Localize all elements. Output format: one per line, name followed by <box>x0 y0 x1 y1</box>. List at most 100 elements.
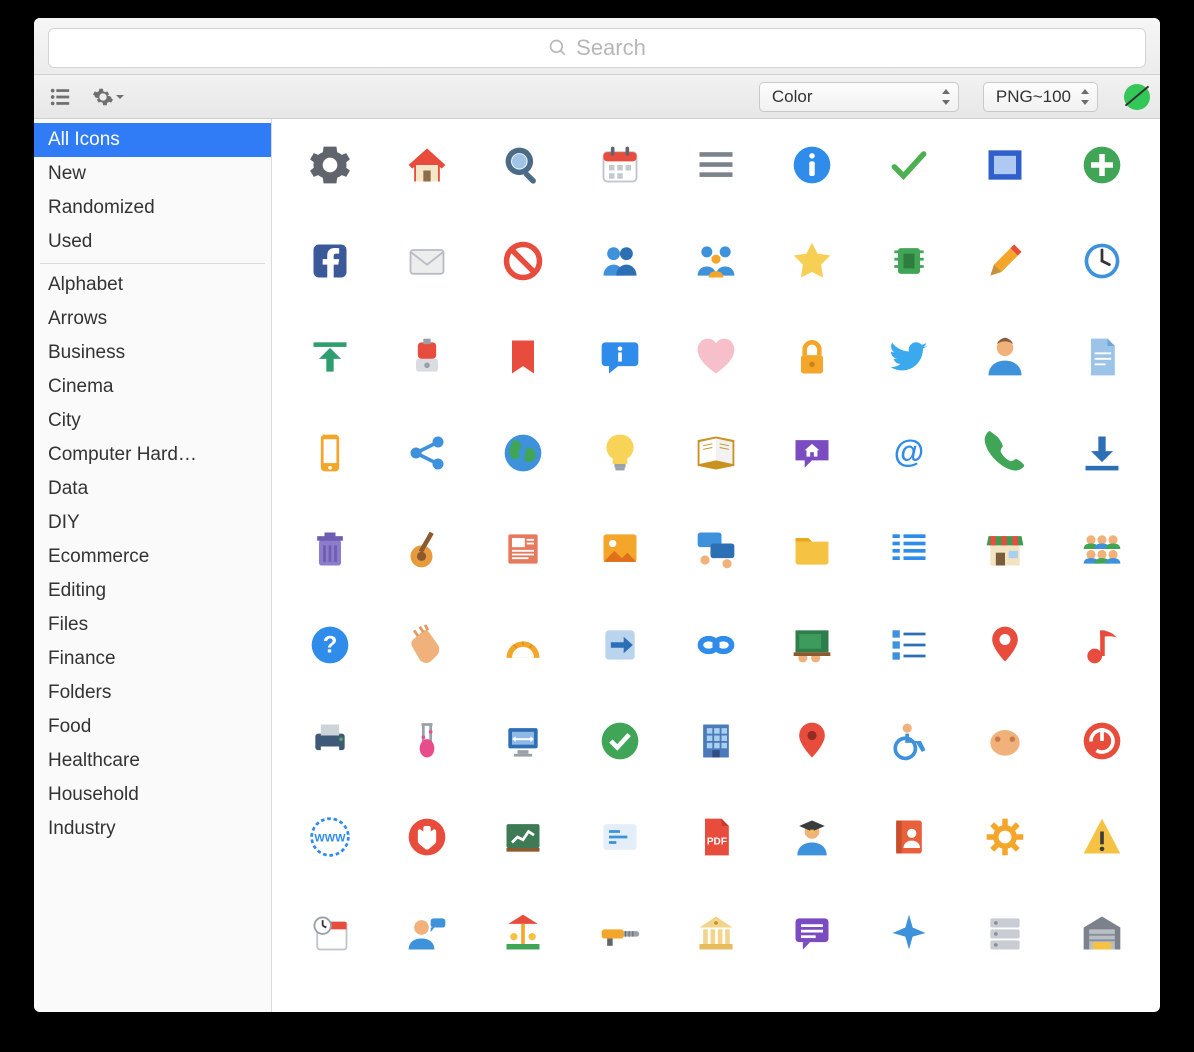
icon-book[interactable] <box>672 425 760 481</box>
icon-music[interactable] <box>1058 617 1146 673</box>
icon-at-sign[interactable]: @ <box>865 425 953 481</box>
icon-www[interactable]: WWW <box>286 809 374 865</box>
icon-user-chat[interactable] <box>383 905 471 961</box>
search-input[interactable]: Search <box>48 28 1146 68</box>
icon-user[interactable] <box>961 329 1049 385</box>
icon-menu[interactable] <box>672 137 760 193</box>
sidebar-item-randomized[interactable]: Randomized <box>34 191 271 225</box>
icon-server[interactable] <box>961 905 1049 961</box>
icon-picture[interactable] <box>576 521 664 577</box>
icon-airplane[interactable] <box>865 905 953 961</box>
icon-upload[interactable] <box>286 329 374 385</box>
icon-family[interactable] <box>672 233 760 289</box>
icon-money[interactable] <box>961 1001 1049 1012</box>
icon-wheelchair[interactable] <box>865 713 953 769</box>
icon-mail[interactable] <box>383 233 471 289</box>
icon-calendar[interactable] <box>576 137 664 193</box>
icon-search[interactable] <box>479 137 567 193</box>
icon-trash[interactable] <box>286 521 374 577</box>
sidebar-item-new[interactable]: New <box>34 157 271 191</box>
sidebar-item-business[interactable]: Business <box>34 336 271 370</box>
icon-facebook[interactable] <box>286 233 374 289</box>
icon-carousel[interactable] <box>479 905 567 961</box>
icon-printer[interactable] <box>286 713 374 769</box>
icon-government[interactable] <box>672 905 760 961</box>
sidebar-item-computer-hard-[interactable]: Computer Hard… <box>34 438 271 472</box>
sidebar-item-industry[interactable]: Industry <box>34 812 271 846</box>
icon-sofa[interactable] <box>1058 1001 1146 1012</box>
sidebar-item-cinema[interactable]: Cinema <box>34 370 271 404</box>
icon-checkmark[interactable] <box>865 137 953 193</box>
icon-monitor-swap[interactable] <box>479 713 567 769</box>
icon-star[interactable] <box>768 233 856 289</box>
sidebar-item-used[interactable]: Used <box>34 225 271 259</box>
icon-lock[interactable] <box>768 329 856 385</box>
icon-comment[interactable] <box>768 905 856 961</box>
icon-gear-wheel[interactable] <box>961 809 1049 865</box>
icon-twitter[interactable] <box>865 329 953 385</box>
icon-download[interactable] <box>1058 425 1146 481</box>
icon-student[interactable] <box>768 809 856 865</box>
icon-shop[interactable] <box>961 521 1049 577</box>
icon-phone[interactable] <box>961 425 1049 481</box>
icon-globe[interactable] <box>479 425 567 481</box>
icon-protractor[interactable] <box>479 617 567 673</box>
sidebar-item-diy[interactable]: DIY <box>34 506 271 540</box>
icon-clock[interactable] <box>1058 233 1146 289</box>
icon-help[interactable]: ? <box>286 617 374 673</box>
sidebar-item-finance[interactable]: Finance <box>34 642 271 676</box>
icon-body[interactable] <box>961 713 1049 769</box>
icon-contacts[interactable] <box>865 809 953 865</box>
icon-power[interactable] <box>1058 713 1146 769</box>
icon-map-marker[interactable] <box>768 713 856 769</box>
format-dropdown[interactable]: PNG~100 <box>983 82 1098 112</box>
icon-classroom[interactable] <box>768 617 856 673</box>
status-indicator[interactable] <box>1124 84 1150 110</box>
icon-chat-info[interactable] <box>576 329 664 385</box>
icon-garage[interactable] <box>1058 905 1146 961</box>
icon-building[interactable] <box>672 713 760 769</box>
icon-smartphone[interactable] <box>286 425 374 481</box>
sidebar-item-arrows[interactable]: Arrows <box>34 302 271 336</box>
icon-caliper[interactable] <box>576 1001 664 1012</box>
list-view-button[interactable] <box>44 81 76 113</box>
icon-warning[interactable] <box>1058 809 1146 865</box>
icon-document[interactable] <box>1058 329 1146 385</box>
sidebar-item-all-icons[interactable]: All Icons <box>34 123 271 157</box>
icon-schedule[interactable] <box>286 905 374 961</box>
sidebar-item-files[interactable]: Files <box>34 608 271 642</box>
icon-add[interactable] <box>1058 137 1146 193</box>
icon-info[interactable] <box>768 137 856 193</box>
icon-chalkboard-chart[interactable] <box>479 809 567 865</box>
icon-heart[interactable] <box>672 329 760 385</box>
sidebar-item-folders[interactable]: Folders <box>34 676 271 710</box>
sidebar-item-editing[interactable]: Editing <box>34 574 271 608</box>
icon-gears[interactable] <box>383 1001 471 1012</box>
sidebar-item-household[interactable]: Household <box>34 778 271 812</box>
sidebar-item-city[interactable]: City <box>34 404 271 438</box>
icon-pdf[interactable]: PDF <box>672 809 760 865</box>
icon-chainsaw[interactable] <box>576 905 664 961</box>
icon-location-pin[interactable] <box>961 617 1049 673</box>
icon-up-arrow[interactable] <box>672 1001 760 1012</box>
icon-news[interactable] <box>479 521 567 577</box>
icon-frame[interactable] <box>961 137 1049 193</box>
sidebar-item-data[interactable]: Data <box>34 472 271 506</box>
sidebar-item-alphabet[interactable]: Alphabet <box>34 268 271 302</box>
icon-link[interactable] <box>672 617 760 673</box>
icon-settings[interactable] <box>286 137 374 193</box>
icon-group[interactable] <box>1058 521 1146 577</box>
icon-discussion[interactable] <box>672 521 760 577</box>
icon-friends[interactable] <box>576 233 664 289</box>
icon-folder[interactable] <box>768 521 856 577</box>
style-dropdown[interactable]: Color <box>759 82 959 112</box>
icon-list[interactable] <box>865 521 953 577</box>
icon-camera[interactable] <box>286 1001 374 1012</box>
icon-wrench[interactable] <box>865 1001 953 1012</box>
sidebar-item-ecommerce[interactable]: Ecommerce <box>34 540 271 574</box>
sidebar-item-healthcare[interactable]: Healthcare <box>34 744 271 778</box>
icon-chip[interactable] <box>865 233 953 289</box>
icon-place[interactable] <box>768 1001 856 1012</box>
icon-test-tube[interactable] <box>383 713 471 769</box>
icon-cancel[interactable] <box>479 233 567 289</box>
